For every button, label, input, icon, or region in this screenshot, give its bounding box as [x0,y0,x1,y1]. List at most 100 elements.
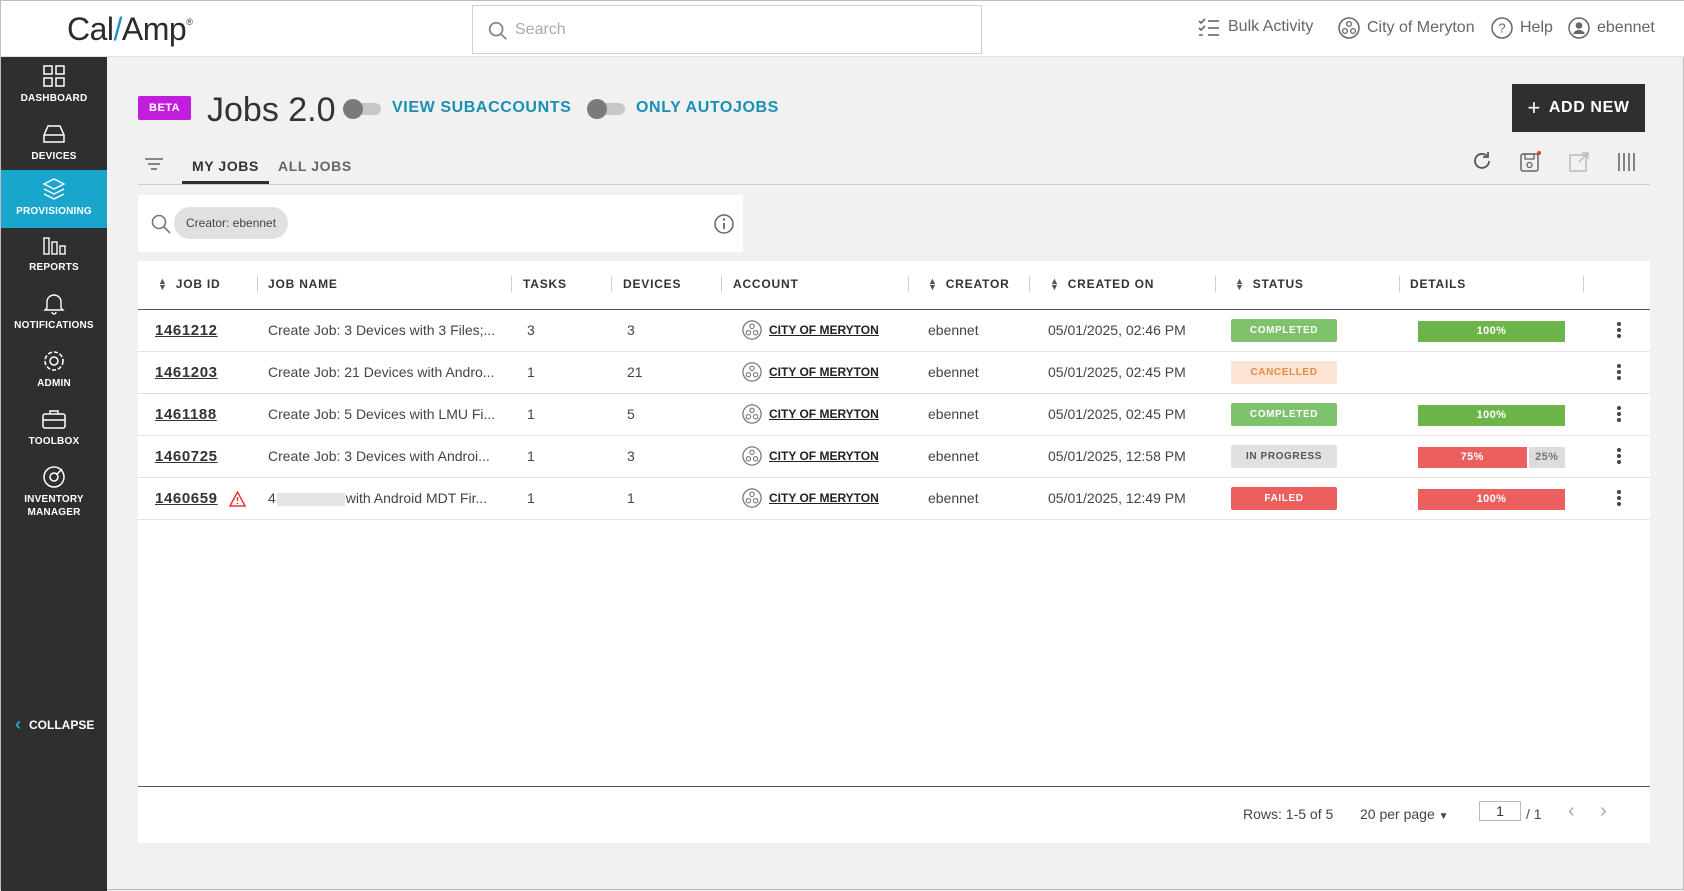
job-id-link[interactable]: 1460659 [155,490,218,507]
progress-segment: 100% [1418,405,1565,426]
app-window: Cal/Amp® Bulk Activity City of Meryton ?… [0,0,1684,891]
sidebar-item-notifications[interactable]: NOTIFICATIONS [1,284,107,342]
row-menu-icon[interactable] [1615,363,1623,383]
table-row[interactable]: 1461188 Create Job: 5 Devices with LMU Fi… [138,394,1650,436]
bulk-activity-label: Bulk Activity [1228,18,1314,35]
account-link[interactable]: CITY OF MERYTON [742,320,879,340]
progress-bar: 75% 25% [1418,447,1565,468]
save-view-icon[interactable] [1518,150,1542,174]
help-link[interactable]: ? Help [1491,17,1553,39]
tab-my-jobs[interactable]: MY JOBS [192,158,259,174]
row-menu-icon[interactable] [1615,321,1623,341]
job-id-link[interactable]: 1461188 [155,406,217,423]
sidebar-item-provisioning[interactable]: PROVISIONING [1,170,107,228]
progress-bar: 100% [1418,489,1565,510]
status-badge: COMPLETED [1231,319,1337,342]
sidebar-label: NOTIFICATIONS [14,320,94,331]
progress-bar: 100% [1418,405,1565,426]
row-menu-icon[interactable] [1615,447,1623,467]
view-subaccounts-toggle[interactable] [343,99,381,119]
search-input[interactable] [515,19,955,41]
account-link[interactable]: CITY OF MERYTON [742,446,879,466]
sidebar-item-admin[interactable]: ADMIN [1,342,107,400]
status-badge: CANCELLED [1231,361,1337,384]
sidebar: DASHBOARD DEVICES PROVISIONING REPORTS N… [1,57,107,891]
table-row[interactable]: 1461212 Create Job: 3 Devices with 3 File… [138,310,1650,352]
footer-divider [138,786,1650,787]
refresh-icon[interactable] [1471,150,1493,172]
page-total: / 1 [1526,806,1542,822]
job-name: Create Job: 3 Devices with Androi... [268,448,490,464]
next-page-button[interactable]: › [1600,800,1607,823]
job-id-link[interactable]: 1461203 [155,364,218,381]
sidebar-item-dashboard[interactable]: DASHBOARD [1,57,107,115]
column-header-job-name: JOB NAME [268,277,338,291]
job-name: 4 with Android MDT Fir... [268,490,488,506]
job-id-link[interactable]: 1461212 [155,322,218,339]
prev-page-button[interactable]: ‹ [1568,800,1575,823]
account-icon [742,446,762,466]
column-header-created-on[interactable]: ▲ ▼ CREATED ON [1050,277,1154,292]
layers-icon [42,178,66,200]
account-link[interactable]: CITY OF MERYTON [742,404,879,424]
created-on: 05/01/2025, 12:58 PM [1048,448,1186,464]
filter-chip-creator[interactable]: Creator: ebennet [174,207,289,239]
tasks-count: 3 [527,322,535,338]
sidebar-label: ADMIN [37,378,71,389]
account-icon [742,362,762,382]
progress-segment: 75% [1418,447,1527,468]
account-link[interactable]: CITY OF MERYTON [742,362,879,382]
row-menu-icon[interactable] [1615,405,1623,425]
sidebar-item-inventory-manager[interactable]: INVENTORY MANAGER [1,458,107,528]
column-header-devices: DEVICES [623,277,682,291]
column-header-job-id[interactable]: ▲ ▼ JOB ID [158,276,221,292]
warning-icon [229,491,246,507]
only-autojobs-toggle[interactable] [587,99,625,119]
columns-icon[interactable] [1615,150,1639,174]
account-icon [742,320,762,340]
job-id-link[interactable]: 1460725 [155,448,218,465]
devices-count: 1 [627,490,635,506]
toolbox-icon [42,410,66,429]
sidebar-label: TOOLBOX [28,436,80,447]
collapse-sidebar-button[interactable]: ‹ COLLAPSE [15,714,94,735]
per-page-select[interactable]: 20 per page ▼ [1360,806,1449,822]
add-new-button[interactable]: + ADD NEW [1512,84,1645,132]
bulk-activity-link[interactable]: Bulk Activity [1197,17,1313,37]
info-icon[interactable] [713,213,735,235]
tab-all-jobs[interactable]: ALL JOBS [278,158,352,174]
jobs-table: ▲ ▼ JOB ID JOB NAME TASKS DEVICES ACCOUNT … [138,261,1650,843]
table-row[interactable]: 1460659 4 with Android MDT Fir... 1 1 CITY OF… [138,478,1650,520]
progress-segment: 100% [1418,489,1565,510]
sidebar-item-devices[interactable]: DEVICES [1,115,107,173]
filter-search-box[interactable]: Creator: ebennet [138,195,743,252]
filter-icon[interactable] [144,155,164,173]
status-badge: COMPLETED [1231,403,1337,426]
account-switcher[interactable]: City of Meryton [1338,17,1475,39]
table-row[interactable]: 1460725 Create Job: 3 Devices with Androi… [138,436,1650,478]
global-search[interactable] [472,5,982,54]
export-icon[interactable] [1567,150,1591,174]
row-menu-icon[interactable] [1615,489,1623,509]
view-subaccounts-label[interactable]: VIEW SUBACCOUNTS [392,99,571,117]
tasks-count: 1 [527,448,535,464]
account-icon [742,404,762,424]
sort-icon: ▲ ▼ [158,276,168,292]
table-row[interactable]: 1461203 Create Job: 21 Devices with Andro… [138,352,1650,394]
sidebar-item-reports[interactable]: REPORTS [1,226,107,284]
column-header-status[interactable]: ▲ ▼ STATUS [1235,277,1304,292]
sidebar-item-toolbox[interactable]: TOOLBOX [1,400,107,458]
job-name: Create Job: 3 Devices with 3 Files;... [268,322,496,338]
page-number-input[interactable]: 1 [1479,801,1521,821]
only-autojobs-label[interactable]: ONLY AUTOJOBS [636,99,779,117]
user-menu[interactable]: ebennet [1568,17,1655,39]
sidebar-label: DEVICES [31,151,77,162]
bell-icon [43,294,65,315]
creator: ebennet [928,364,979,380]
job-name: Create Job: 21 Devices with Andro... [268,364,495,380]
rows-info: Rows: 1-5 of 5 [1243,806,1334,822]
column-header-creator[interactable]: ▲ ▼ CREATOR [928,277,1010,292]
calamp-logo[interactable]: Cal/Amp® [67,11,193,48]
account-link[interactable]: CITY OF MERYTON [742,488,879,508]
creator: ebennet [928,448,979,464]
